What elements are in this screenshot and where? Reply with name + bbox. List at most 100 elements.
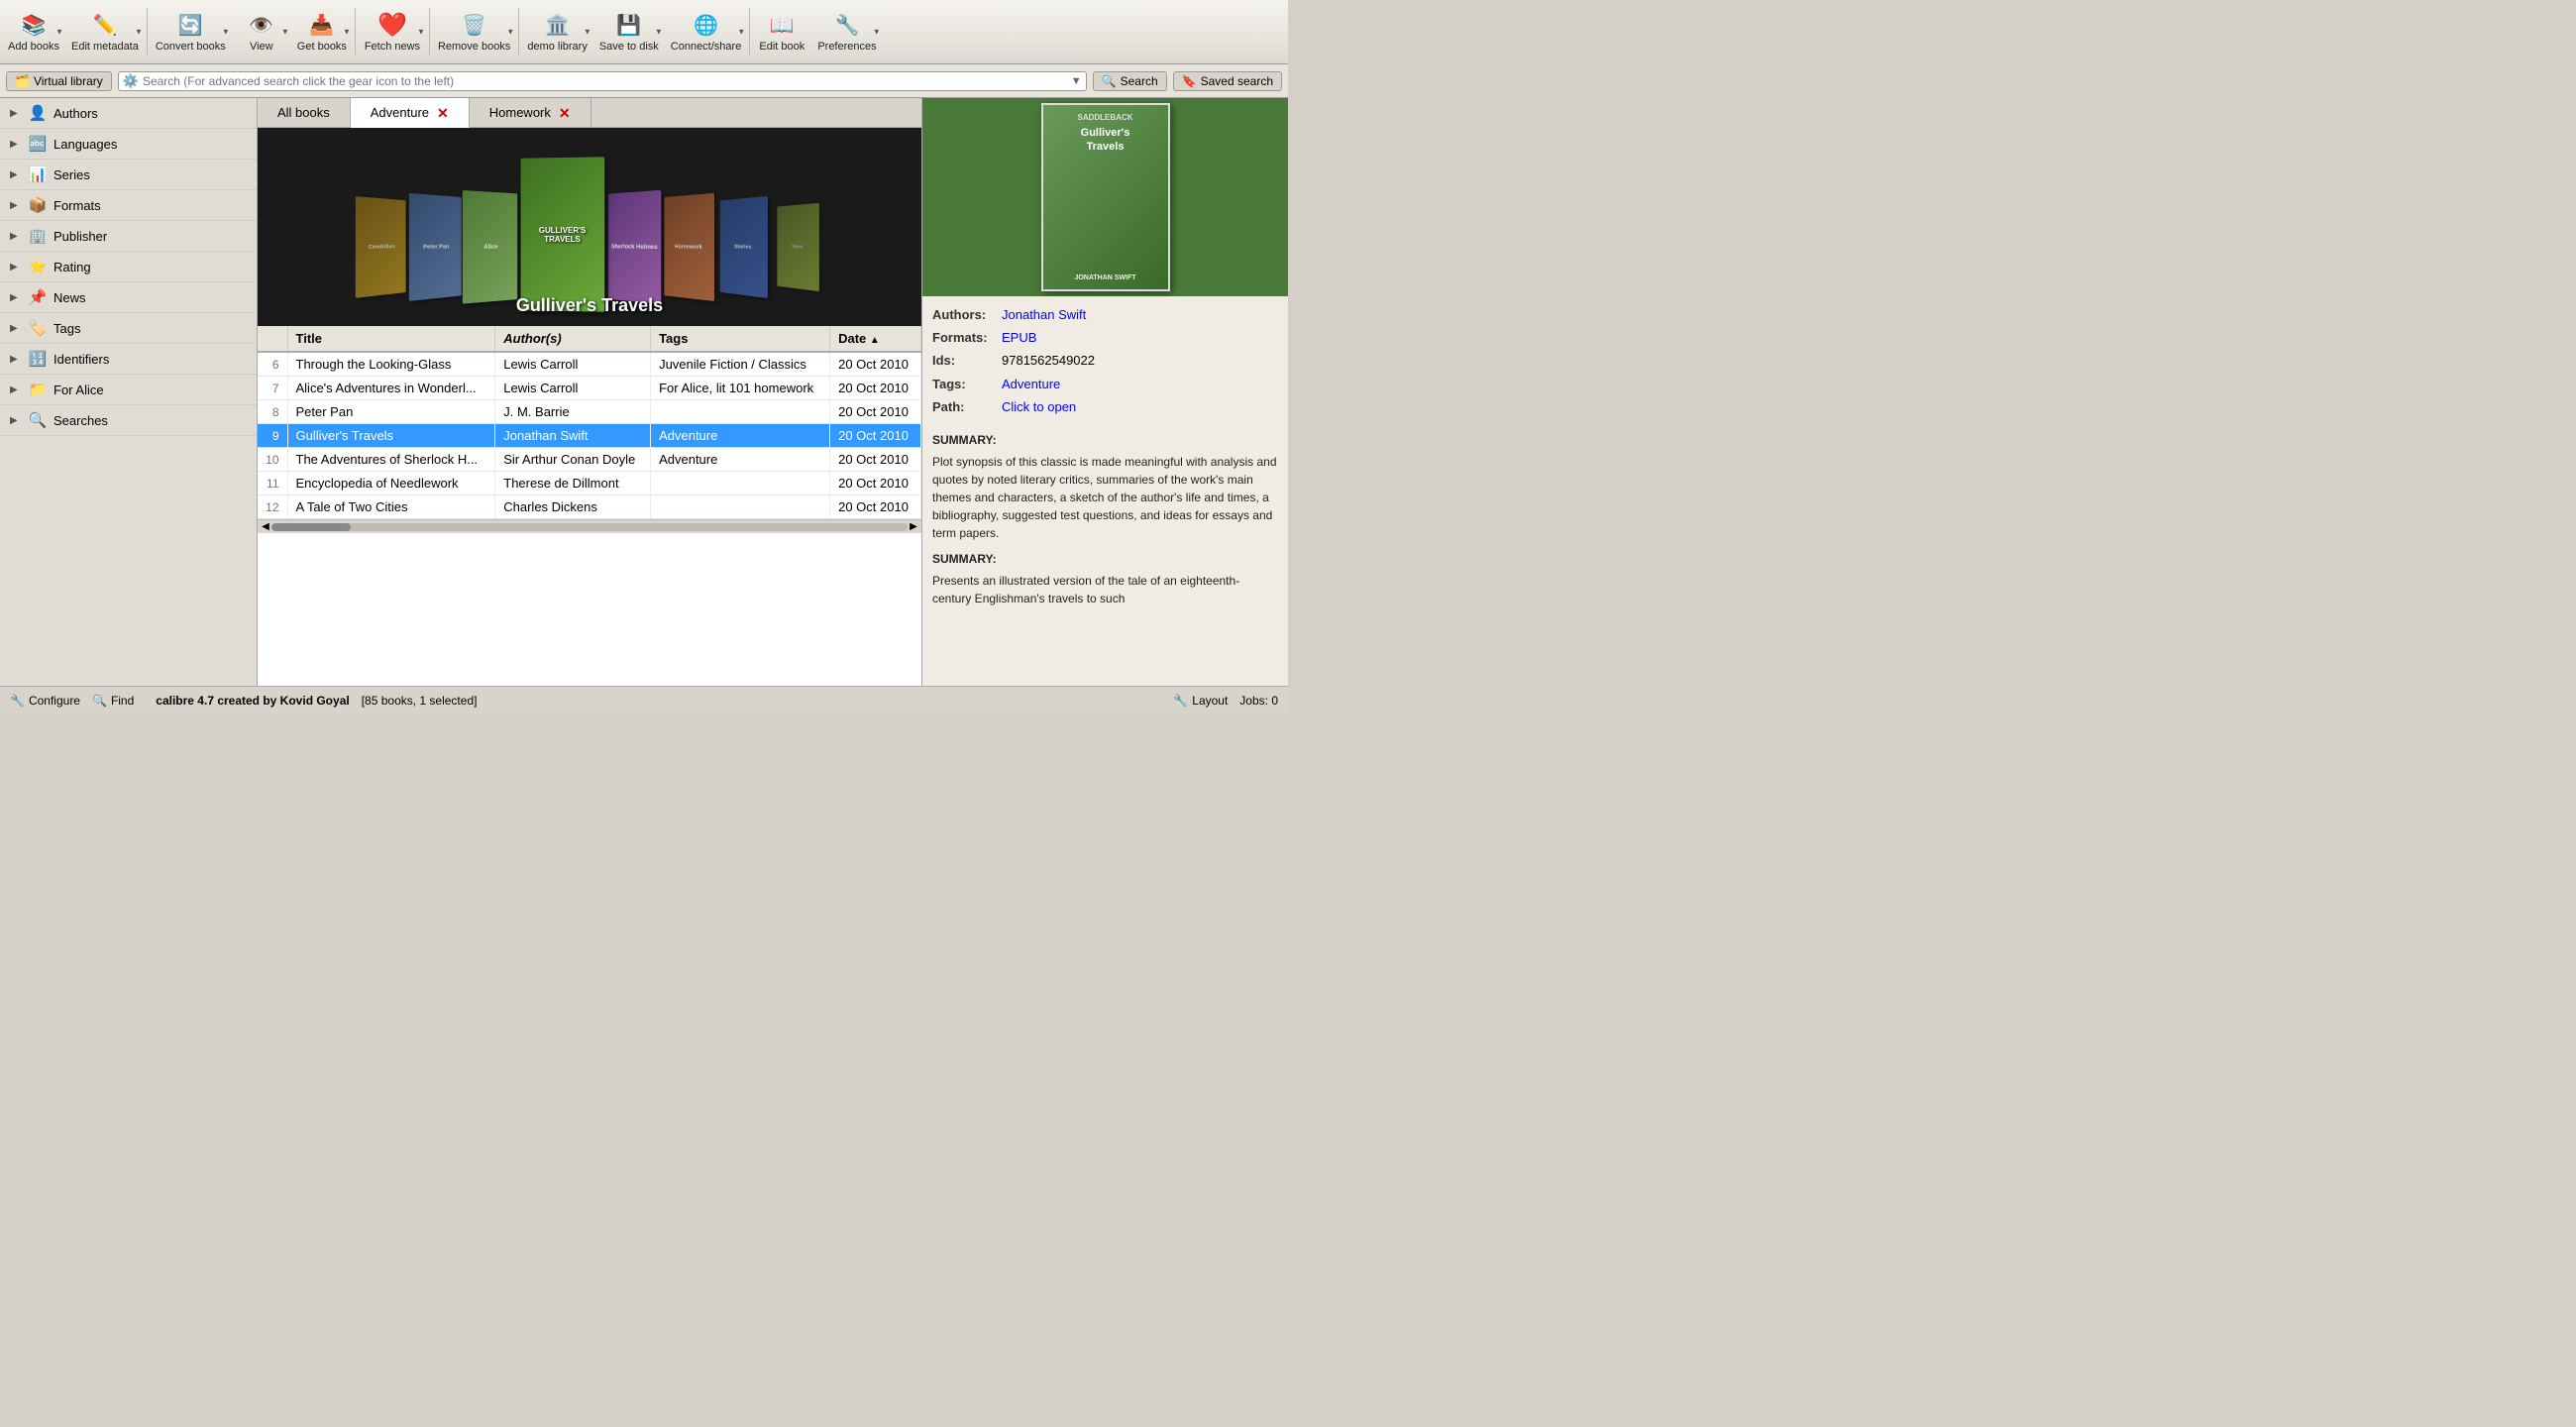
detail-ids-key: Ids: [932,352,1002,370]
row-num: 10 [258,448,287,472]
remove-books-button[interactable]: 🗑️ Remove books ▼ [432,4,516,59]
authors-icon: 👤 [28,103,48,123]
row-title: Alice's Adventures in Wonderl... [287,377,495,400]
col-author[interactable]: Author(s) [495,326,651,352]
find-button[interactable]: 🔍 Find [92,694,134,708]
tab-homework-label: Homework [489,105,551,120]
get-books-button[interactable]: 📥 Get books ▼ [291,4,353,59]
sidebar-item-for-alice[interactable]: ▶ 📁 For Alice [0,375,257,405]
table-row[interactable]: 11 Encyclopedia of Needlework Therese de… [258,472,921,495]
view-button[interactable]: 👁️ View ▼ [232,4,291,59]
fetch-news-button[interactable]: ❤️ Fetch news ▼ [358,4,427,59]
book-card-1[interactable]: Cendrillon [356,196,406,298]
layout-button[interactable]: 🔧 Layout [1173,694,1228,708]
sidebar-item-searches[interactable]: ▶ 🔍 Searches [0,405,257,436]
table-row[interactable]: 12 A Tale of Two Cities Charles Dickens … [258,495,921,519]
table-row[interactable]: 10 The Adventures of Sherlock H... Sir A… [258,448,921,472]
jobs-label: Jobs: 0 [1239,694,1278,708]
book-card-7[interactable]: Stories [720,196,768,298]
table-row[interactable]: 8 Peter Pan J. M. Barrie 20 Oct 2010 [258,400,921,424]
col-tags[interactable]: Tags [651,326,830,352]
convert-books-icon: 🔄 [176,11,204,39]
book-card-6[interactable]: Homework [664,193,714,301]
detail-formats-val[interactable]: EPUB [1002,329,1036,347]
row-num: 12 [258,495,287,519]
connect-share-button[interactable]: 🌐 Connect/share ▼ [665,4,748,59]
configure-button[interactable]: 🔧 Configure [10,694,80,708]
row-author: Charles Dickens [495,495,651,519]
scroll-thumb[interactable] [271,523,351,531]
detail-ids-row: Ids: 9781562549022 [932,352,1278,370]
searches-label: Searches [54,413,108,428]
table-row[interactable]: 9 Gulliver's Travels Jonathan Swift Adve… [258,424,921,448]
detail-cover-image: SADDLEBACK Gulliver'sTravels JONATHAN SW… [1041,103,1170,291]
row-tags: Juvenile Fiction / Classics [651,352,830,377]
book-card-main[interactable]: GULLIVER'STRAVELS [521,157,605,311]
add-books-button[interactable]: 📚 Add books ▼ [2,4,65,59]
saved-search-icon: 🔖 [1182,74,1197,88]
detail-path-val[interactable]: Click to open [1002,398,1076,416]
book-table[interactable]: Title Author(s) Tags Date ▲ 6 Through th… [258,326,921,686]
sidebar-item-publisher[interactable]: ▶ 🏢 Publisher [0,221,257,252]
virtual-library-label: Virtual library [34,74,103,88]
row-tags: For Alice, lit 101 homework [651,377,830,400]
detail-ids-val[interactable]: 9781562549022 [1002,352,1095,370]
sidebar-item-identifiers[interactable]: ▶ 🔢 Identifiers [0,344,257,375]
edit-metadata-button[interactable]: ✏️ Edit metadata ▼ [65,4,145,59]
horizontal-scrollbar[interactable]: ◀ ▶ [258,519,921,533]
book-count: [85 books, 1 selected] [362,694,478,708]
scroll-left-btn[interactable]: ◀ [260,521,271,532]
tab-all-books[interactable]: All books [258,98,351,127]
sidebar-item-tags[interactable]: ▶ 🏷️ Tags [0,313,257,344]
save-to-disk-button[interactable]: 💾 Save to disk ▼ [593,4,665,59]
detail-authors-val[interactable]: Jonathan Swift [1002,306,1086,324]
edit-book-label: Edit book [759,41,805,53]
search-input[interactable] [143,74,1071,88]
sidebar-item-news[interactable]: ▶ 📌 News [0,282,257,313]
tab-adventure[interactable]: Adventure ✕ [351,98,470,128]
search-button[interactable]: 🔍 Search [1093,71,1167,91]
detail-panel: SADDLEBACK Gulliver'sTravels JONATHAN SW… [921,98,1288,686]
tags-icon: 🏷️ [28,318,48,338]
rating-label: Rating [54,260,91,274]
book-card-8[interactable]: Tales [777,203,819,291]
sidebar-item-rating[interactable]: ▶ ⭐ Rating [0,252,257,282]
demo-library-button[interactable]: 🏛️ demo library ▼ [521,4,593,59]
sidebar-item-languages[interactable]: ▶ 🔤 Languages [0,129,257,160]
row-date: 20 Oct 2010 [830,472,921,495]
col-date[interactable]: Date ▲ [830,326,921,352]
book-card-3[interactable]: Alice [463,190,517,304]
detail-cover-book-title: Gulliver'sTravels [1081,126,1130,155]
book-card-2[interactable]: Peter Pan [409,193,462,301]
sidebar-item-formats[interactable]: ▶ 📦 Formats [0,190,257,221]
row-author: Lewis Carroll [495,377,651,400]
book-card-5[interactable]: Sherlock Holmes [608,190,661,304]
virtual-library-button[interactable]: 🗂️ Virtual library [6,71,112,91]
search-dropdown-icon[interactable]: ▼ [1071,75,1082,87]
sidebar-item-authors[interactable]: ▶ 👤 Authors [0,98,257,129]
saved-search-button[interactable]: 🔖 Saved search [1173,71,1282,91]
convert-books-button[interactable]: 🔄 Convert books ▼ [150,4,232,59]
col-title[interactable]: Title [287,326,495,352]
jobs-button[interactable]: Jobs: 0 [1239,694,1278,708]
summary-text-1: Plot synopsis of this classic is made me… [932,453,1278,542]
scroll-right-btn[interactable]: ▶ [908,521,919,532]
formats-icon: 📦 [28,195,48,215]
edit-book-button[interactable]: 📖 Edit book [752,4,811,59]
preferences-button[interactable]: 🔧 Preferences ▼ [811,4,882,59]
detail-tags-val[interactable]: Adventure [1002,376,1060,393]
find-icon: 🔍 [92,694,107,708]
get-books-icon: 📥 [308,11,336,39]
tab-adventure-close[interactable]: ✕ [437,106,449,120]
tab-homework[interactable]: Homework ✕ [470,98,591,127]
add-books-icon: 📚 [20,11,48,39]
configure-label: Configure [29,694,80,708]
search-gear-icon[interactable]: ⚙️ [123,73,139,89]
summary-text-2: Presents an illustrated version of the t… [932,572,1278,607]
detail-formats-key: Formats: [932,329,1002,347]
app-title: calibre 4.7 created by Kovid Goyal [156,694,349,708]
table-row[interactable]: 7 Alice's Adventures in Wonderl... Lewis… [258,377,921,400]
tab-homework-close[interactable]: ✕ [559,106,571,120]
sidebar-item-series[interactable]: ▶ 📊 Series [0,160,257,190]
table-row[interactable]: 6 Through the Looking-Glass Lewis Carrol… [258,352,921,377]
